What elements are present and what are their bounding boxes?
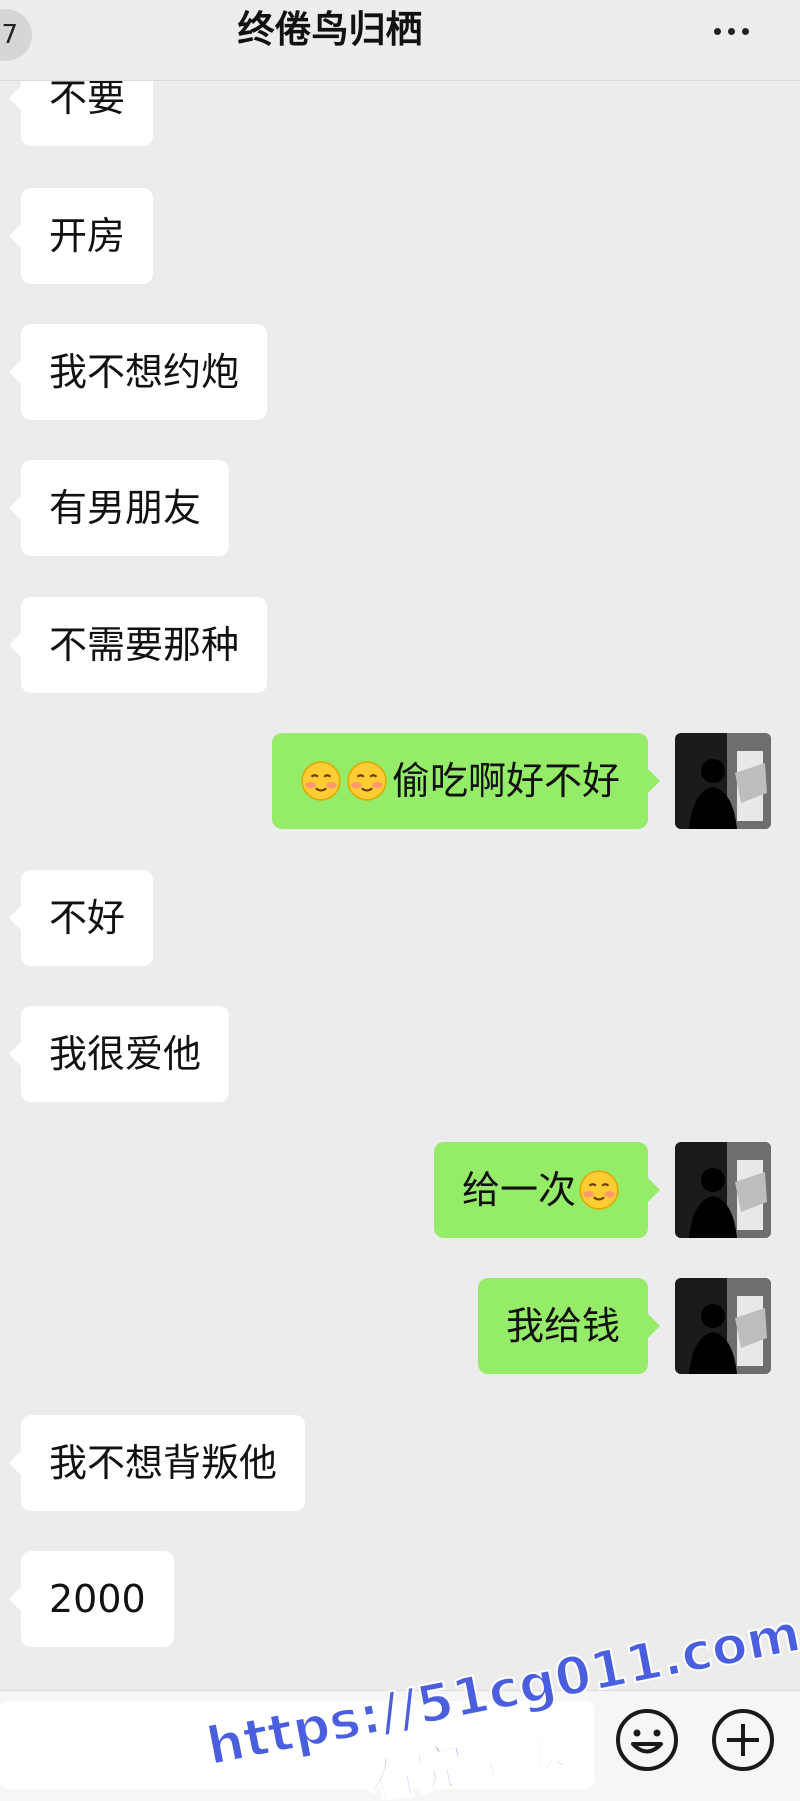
message-input[interactable] xyxy=(0,1701,594,1789)
user-avatar[interactable] xyxy=(675,1142,771,1238)
shy-smile-emoji-icon xyxy=(301,760,341,801)
plus-icon xyxy=(712,1709,774,1771)
chat-input-bar xyxy=(0,1690,800,1801)
shy-smile-emoji-icon xyxy=(579,1169,619,1210)
plus-button[interactable] xyxy=(710,1707,776,1773)
avatar-image xyxy=(675,1278,771,1374)
user-avatar[interactable] xyxy=(675,1278,771,1374)
incoming-message-bubble[interactable]: 我不想背叛他 xyxy=(8,1415,306,1511)
incoming-message-bubble[interactable]: 我不想约炮 xyxy=(8,324,268,420)
incoming-message-bubble[interactable]: 2000 xyxy=(9,1551,174,1647)
smiley-icon xyxy=(616,1709,678,1771)
incoming-message-bubble[interactable]: 开房 xyxy=(8,188,154,284)
incoming-message-bubble[interactable]: 不好 xyxy=(8,870,154,966)
more-dots-icon xyxy=(714,28,721,35)
more-options-button[interactable] xyxy=(706,10,766,50)
avatar-image xyxy=(675,733,771,829)
incoming-message-bubble[interactable]: 不需要那种 xyxy=(8,597,268,693)
emoji-button[interactable] xyxy=(614,1707,680,1773)
outgoing-message-bubble[interactable]: 我给钱 xyxy=(477,1278,661,1374)
message-list[interactable]: 不要 开房 我不想约炮 有男朋友 不需要那种 偷吃啊好不好 不好 我很爱他 给一… xyxy=(0,0,800,1690)
chat-title: 终倦鸟归栖 xyxy=(237,8,423,51)
more-dots-icon xyxy=(742,28,749,35)
message-text: 偷吃啊好不好 xyxy=(391,759,620,803)
shy-smile-emoji-icon xyxy=(347,760,387,801)
user-avatar[interactable] xyxy=(675,733,771,829)
incoming-message-bubble[interactable]: 有男朋友 xyxy=(8,460,230,556)
avatar-image xyxy=(675,1142,771,1238)
incoming-message-bubble[interactable]: 我很爱他 xyxy=(8,1006,230,1102)
more-dots-icon xyxy=(728,28,735,35)
outgoing-message-bubble[interactable]: 给一次 xyxy=(433,1142,661,1238)
outgoing-message-bubble[interactable]: 偷吃啊好不好 xyxy=(271,733,661,829)
chat-header: 7 终倦鸟归栖 xyxy=(0,0,800,81)
message-text: 给一次 xyxy=(461,1168,576,1212)
